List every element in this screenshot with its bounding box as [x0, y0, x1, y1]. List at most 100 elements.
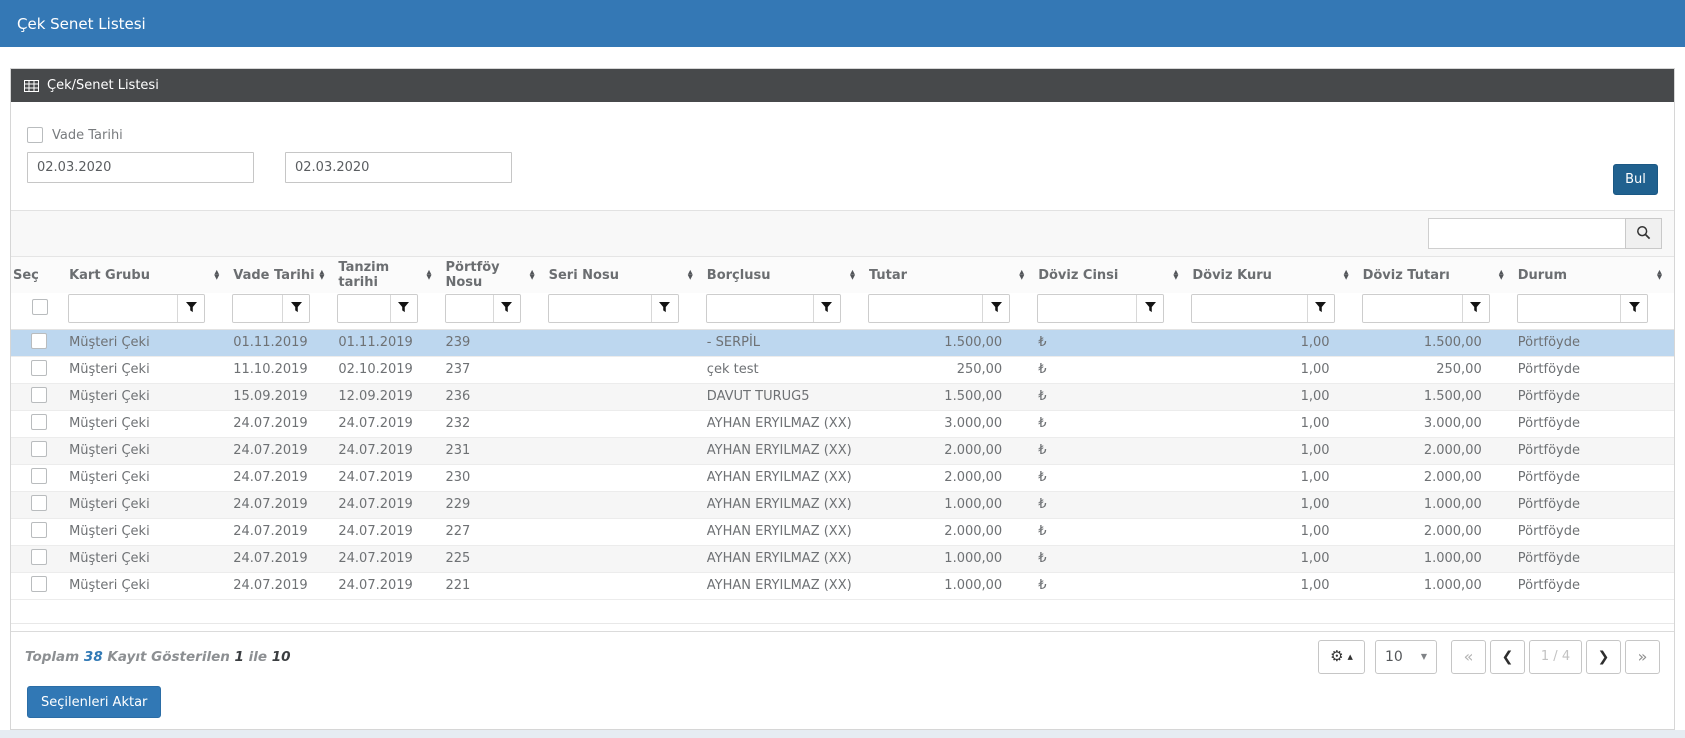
cell-seri_nosu — [547, 518, 705, 545]
filter-funnel-button[interactable] — [493, 295, 520, 322]
filter-input-seri_nosu[interactable] — [549, 295, 651, 322]
filter-funnel-button[interactable] — [1462, 295, 1489, 322]
column-header-doviz_kuru[interactable]: Döviz Kuru▲▼ — [1190, 257, 1360, 293]
row-checkbox[interactable] — [31, 387, 47, 403]
column-header-tutar[interactable]: Tutar▲▼ — [867, 257, 1036, 293]
filter-funnel-button[interactable] — [813, 295, 840, 322]
cell-portfoy_nosu: 236 — [444, 383, 547, 410]
column-header-doviz_cinsi[interactable]: Döviz Cinsi▲▼ — [1036, 257, 1190, 293]
sort-icon[interactable]: ▲▼ — [688, 270, 693, 280]
row-checkbox[interactable] — [31, 441, 47, 457]
table-row[interactable]: Müşteri Çeki01.11.201901.11.2019239- SER… — [11, 329, 1674, 356]
select-all-checkbox[interactable] — [32, 299, 48, 315]
cell-doviz_kuru: 1,00 — [1190, 518, 1360, 545]
filter-input-vade_tarihi[interactable] — [233, 295, 282, 322]
filter-funnel-button[interactable] — [1136, 295, 1163, 322]
table-search-input[interactable] — [1428, 218, 1626, 249]
table-row[interactable]: Müşteri Çeki15.09.201912.09.2019236DAVUT… — [11, 383, 1674, 410]
pager-settings-button[interactable]: ⚙ ▲ — [1318, 640, 1365, 674]
cell-tanzim_tarihi: 12.09.2019 — [336, 383, 443, 410]
row-checkbox[interactable] — [31, 468, 47, 484]
pager-last-button[interactable]: » — [1625, 640, 1660, 674]
table-row[interactable]: Müşteri Çeki24.07.201924.07.2019231AYHAN… — [11, 437, 1674, 464]
cell-seri_nosu — [547, 437, 705, 464]
vade-tarihi-checkbox[interactable] — [27, 127, 43, 143]
cell-kart_grubu: Müşteri Çeki — [67, 464, 231, 491]
table-row[interactable]: Müşteri Çeki24.07.201924.07.2019232AYHAN… — [11, 410, 1674, 437]
column-header-vade_tarihi[interactable]: Vade Tarihi ▲▼ — [231, 257, 336, 293]
sort-icon[interactable]: ▲▼ — [1173, 270, 1178, 280]
column-label: Döviz Tutarı — [1363, 268, 1450, 283]
table-row[interactable]: Müşteri Çeki11.10.201902.10.2019237çek t… — [11, 356, 1674, 383]
sort-icon[interactable]: ▲▼ — [530, 270, 535, 280]
sort-icon[interactable]: ▲▼ — [850, 270, 855, 280]
cell-durum: Pörtföyde — [1516, 518, 1674, 545]
page-size-select[interactable]: 10 ▼ — [1375, 640, 1437, 674]
filter-input-tutar[interactable] — [869, 295, 982, 322]
row-checkbox[interactable] — [31, 495, 47, 511]
column-header-doviz_tutari[interactable]: Döviz Tutarı ▲▼ — [1361, 257, 1516, 293]
sort-icon[interactable]: ▲▼ — [1019, 270, 1024, 280]
pager-next-button[interactable]: ❯ — [1586, 640, 1621, 674]
date-from-input[interactable] — [27, 152, 254, 183]
column-header-portfoy_nosu[interactable]: Pörtföy Nosu▲▼ — [444, 257, 547, 293]
table-row[interactable]: Müşteri Çeki24.07.201924.07.2019225AYHAN… — [11, 545, 1674, 572]
sort-icon[interactable]: ▲▼ — [427, 270, 432, 280]
filter-funnel-button[interactable] — [1620, 295, 1647, 322]
column-header-durum[interactable]: Durum▲▼ — [1516, 257, 1674, 293]
filter-input-tanzim_tarihi[interactable] — [338, 295, 389, 322]
cell-doviz_cinsi: ₺ — [1036, 518, 1190, 545]
row-checkbox[interactable] — [31, 360, 47, 376]
sort-icon[interactable]: ▲▼ — [1657, 270, 1662, 280]
sort-icon[interactable]: ▲▼ — [1344, 270, 1349, 280]
table-row[interactable]: Müşteri Çeki24.07.201924.07.2019221AYHAN… — [11, 572, 1674, 599]
filter-funnel-button[interactable] — [282, 295, 309, 322]
filter-funnel-button[interactable] — [651, 295, 678, 322]
filter-input-doviz_kuru[interactable] — [1192, 295, 1306, 322]
row-checkbox[interactable] — [31, 333, 47, 349]
column-header-borclusu[interactable]: Borçlusu▲▼ — [705, 257, 867, 293]
filter-input-borclusu[interactable] — [707, 295, 813, 322]
summary-connector: ile — [249, 649, 267, 665]
cell-borclusu: AYHAN ERYILMAZ (XX) — [705, 545, 867, 572]
cell-kart_grubu: Müşteri Çeki — [67, 518, 231, 545]
search-button[interactable] — [1625, 218, 1662, 249]
export-selected-button[interactable]: Seçilenleri Aktar — [27, 686, 161, 718]
column-header-seri_nosu[interactable]: Seri Nosu▲▼ — [547, 257, 705, 293]
sort-icon[interactable]: ▲▼ — [319, 270, 324, 280]
row-checkbox[interactable] — [31, 549, 47, 565]
filter-funnel-button[interactable] — [177, 295, 204, 322]
filter-funnel-button[interactable] — [1307, 295, 1334, 322]
filter-funnel-button[interactable] — [982, 295, 1009, 322]
sort-icon[interactable]: ▲▼ — [1499, 270, 1504, 280]
filter-funnel-button[interactable] — [390, 295, 417, 322]
cell-portfoy_nosu: 232 — [444, 410, 547, 437]
table-row[interactable]: Müşteri Çeki24.07.201924.07.2019227AYHAN… — [11, 518, 1674, 545]
cell-doviz_cinsi: ₺ — [1036, 437, 1190, 464]
row-checkbox[interactable] — [31, 576, 47, 592]
cell-borclusu: - SERPİL — [705, 329, 867, 356]
pager-prev-button[interactable]: ❮ — [1490, 640, 1525, 674]
cell-tanzim_tarihi: 02.10.2019 — [336, 356, 443, 383]
sort-icon[interactable]: ▲▼ — [214, 270, 219, 280]
column-label: Vade Tarihi — [233, 268, 314, 283]
column-header-tanzim_tarihi[interactable]: Tanzim tarihi▲▼ — [336, 257, 443, 293]
table-row[interactable]: Müşteri Çeki24.07.201924.07.2019229AYHAN… — [11, 491, 1674, 518]
filter-input-durum[interactable] — [1518, 295, 1620, 322]
filter-input-doviz_tutari[interactable] — [1363, 295, 1462, 322]
filter-input-kart_grubu[interactable] — [69, 295, 177, 322]
row-checkbox[interactable] — [31, 414, 47, 430]
funnel-icon — [1315, 301, 1326, 316]
column-header-kart_grubu[interactable]: Kart Grubu▲▼ — [67, 257, 231, 293]
pager-first-button[interactable]: « — [1451, 640, 1486, 674]
bul-button[interactable]: Bul — [1613, 164, 1658, 195]
filter-input-doviz_cinsi[interactable] — [1038, 295, 1136, 322]
cell-doviz_kuru: 1,00 — [1190, 329, 1360, 356]
cell-borclusu: AYHAN ERYILMAZ (XX) — [705, 410, 867, 437]
table-row[interactable]: Müşteri Çeki24.07.201924.07.2019230AYHAN… — [11, 464, 1674, 491]
cell-tanzim_tarihi: 01.11.2019 — [336, 329, 443, 356]
row-checkbox[interactable] — [31, 522, 47, 538]
date-to-input[interactable] — [285, 152, 512, 183]
filter-input-portfoy_nosu[interactable] — [446, 295, 493, 322]
column-filter-doviz_cinsi — [1037, 294, 1164, 323]
